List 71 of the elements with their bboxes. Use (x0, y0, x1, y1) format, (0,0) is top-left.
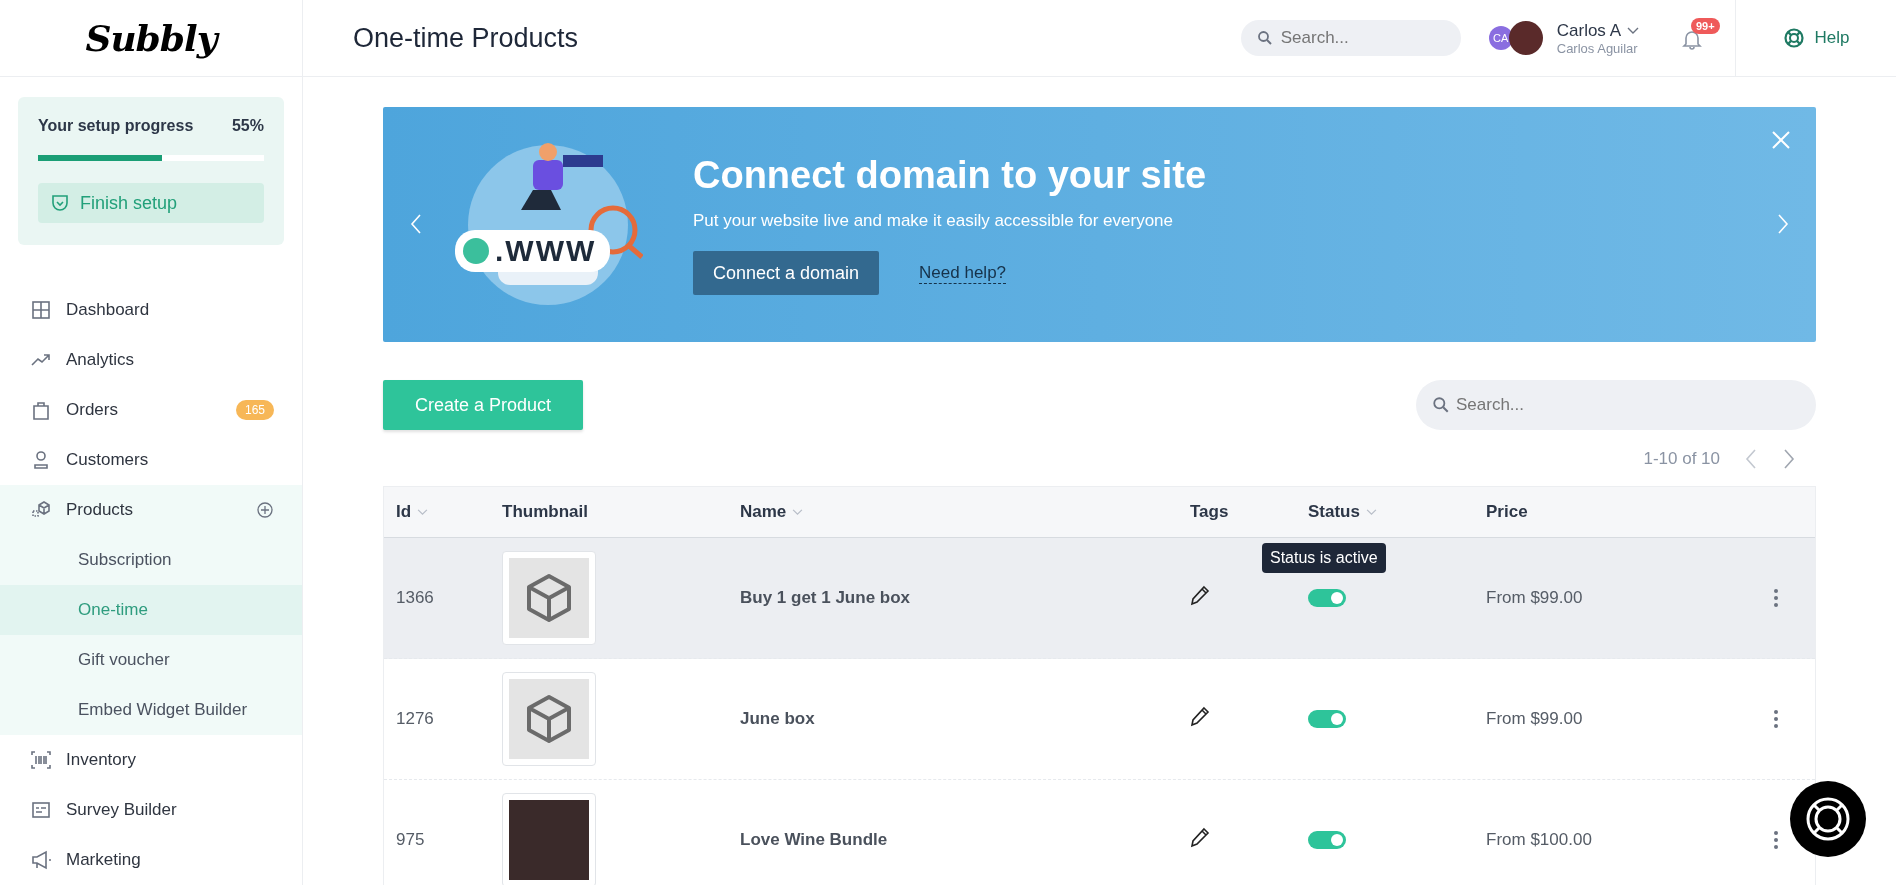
pencil-icon[interactable] (1190, 585, 1210, 607)
pencil-icon[interactable] (1190, 706, 1210, 728)
search-field[interactable]: Search... (1240, 20, 1461, 56)
price-cell: From $99.00 (1486, 709, 1583, 728)
search-field[interactable]: Search... (1416, 380, 1816, 430)
chevron-down-icon (1627, 26, 1639, 35)
pencil-icon[interactable] (1190, 827, 1210, 849)
product-name[interactable]: Buy 1 get 1 June box (740, 588, 911, 607)
user-initials-avatar: CA (1488, 26, 1513, 50)
help-link[interactable]: Need help? (919, 262, 1007, 284)
setup-percent: 55% (231, 117, 264, 135)
price-cell: From $99.00 (1486, 588, 1583, 607)
form-icon (30, 799, 52, 821)
sidebar-item[interactable]: Products (0, 485, 302, 535)
banner-title: Connect domain to your site (693, 154, 1207, 197)
sidebar-item[interactable]: Marketing (0, 835, 302, 885)
sidebar-item[interactable]: Survey Builder (0, 785, 302, 835)
megaphone-icon (30, 849, 52, 871)
sidebar-item[interactable]: Dashboard (0, 285, 302, 335)
pagination-count: 1-10 of 10 (1643, 449, 1720, 469)
sidebar-item[interactable]: Customers (0, 435, 302, 485)
table-row[interactable]: 1276 June box From $99.00 (384, 659, 1815, 780)
tooltip: Status is active (1262, 543, 1386, 573)
grid-icon (30, 299, 52, 321)
help-link[interactable]: Help (1735, 0, 1896, 76)
avatar-placeholder[interactable] (1508, 21, 1543, 55)
product-name[interactable]: Love Wine Bundle (740, 830, 888, 849)
id-cell: 975 (396, 830, 425, 849)
id-cell: 1366 (396, 588, 434, 607)
url-text: .WWW (455, 229, 611, 272)
lifebuoy-icon (1782, 27, 1805, 49)
count-badge: 165 (235, 400, 274, 420)
table-row[interactable]: 1366 Buy 1 get 1 June box Status is active From $99.00 (384, 538, 1815, 659)
status-toggle[interactable] (1308, 589, 1346, 607)
sidebar-item[interactable]: Orders 165 (0, 385, 302, 435)
column-header[interactable]: Name (740, 502, 1190, 522)
connect-domain-button[interactable]: Connect a domain (693, 251, 880, 295)
sidebar-item[interactable]: Inventory (0, 735, 302, 785)
sidebar-subitem[interactable]: Gift voucher (0, 635, 302, 685)
close-icon[interactable] (1770, 129, 1792, 151)
shopping-bag-icon (30, 399, 52, 421)
column-header: Thumbnail (502, 502, 589, 522)
status-toggle[interactable] (1308, 710, 1346, 728)
banner-text: Put your website live and make it easily accessible for everyone (693, 211, 1174, 231)
search-icon (1432, 396, 1450, 414)
sidebar-subitem[interactable]: Embed Widget Builder (0, 685, 302, 735)
column-header: Tags (1190, 502, 1230, 522)
chevron-right-icon[interactable] (1776, 212, 1790, 236)
setup-title: Your setup progress (38, 117, 194, 135)
page-title: One-time Products (353, 22, 579, 54)
column-header: Price (1486, 502, 1529, 522)
column-header[interactable]: Id (384, 502, 502, 522)
shield-icon (50, 193, 70, 213)
more-options-icon[interactable] (1772, 588, 1779, 608)
product-name[interactable]: June box (740, 709, 815, 728)
search-icon (1256, 30, 1273, 46)
bell-icon[interactable] (1681, 28, 1703, 50)
more-options-icon[interactable] (1772, 830, 1779, 850)
id-cell: 1276 (396, 709, 434, 728)
more-options-icon[interactable] (1772, 709, 1779, 729)
notification-badge: 99+ (1691, 18, 1720, 34)
barcode-icon (30, 749, 52, 771)
chevron-left-icon[interactable] (409, 212, 423, 236)
next-page-icon[interactable] (1782, 447, 1796, 471)
sidebar-item[interactable]: Analytics (0, 335, 302, 385)
sidebar-subitem[interactable]: Subscription (0, 535, 302, 585)
column-header[interactable]: Status (1308, 502, 1486, 522)
status-toggle[interactable] (1308, 831, 1346, 849)
add-circle-icon[interactable] (256, 501, 274, 519)
price-cell: From $100.00 (1486, 830, 1592, 849)
user-menu[interactable]: Carlos A Carlos Aguilar (1556, 20, 1639, 56)
